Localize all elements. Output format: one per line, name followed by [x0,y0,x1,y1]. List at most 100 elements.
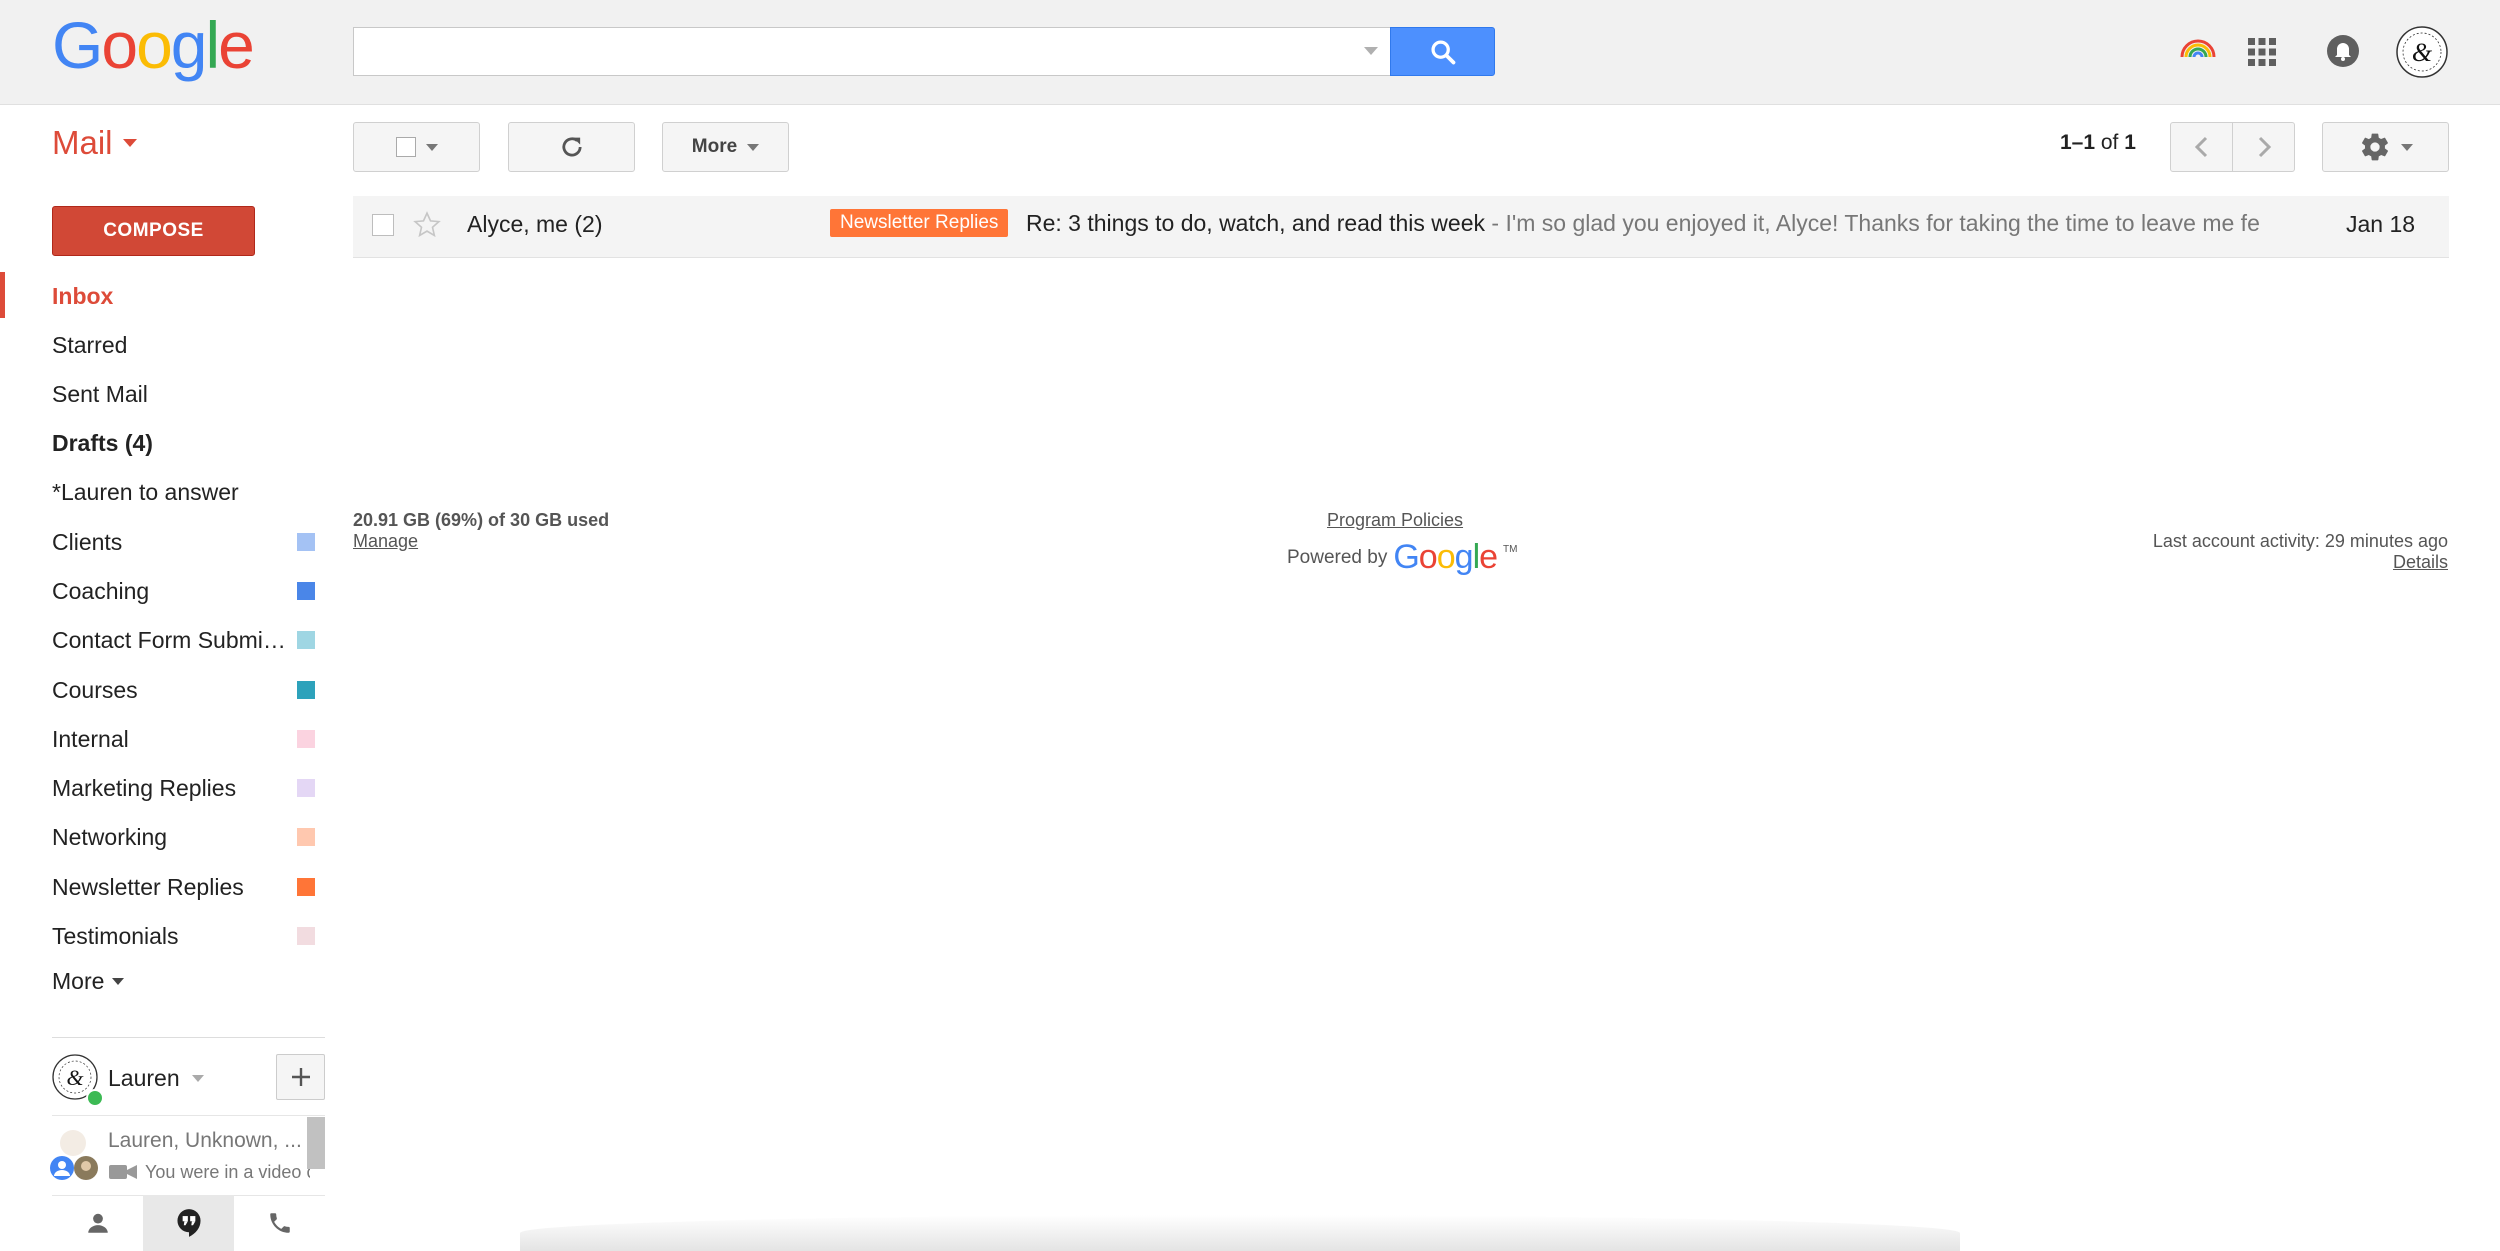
sidebar-item-label: Drafts (4) [52,429,153,456]
search-options-caret-icon[interactable] [1364,47,1378,55]
label-color-swatch[interactable] [297,828,315,846]
sidebar-item-inbox[interactable]: Inbox [52,276,324,316]
svg-text:&: & [66,1065,84,1090]
sidebar-more-toggle[interactable]: More [52,968,125,995]
tab-phone[interactable] [234,1195,325,1251]
sidebar-item-label: *Lauren to answer [52,478,239,505]
sidebar-item-label: Coaching [52,577,150,604]
sidebar-item-lauren-to-answer[interactable]: *Lauren to answer [52,472,324,512]
hangouts-scrollbar[interactable] [307,1117,325,1169]
conversation-title[interactable]: Lauren, Unknown, ... [108,1129,308,1153]
person-icon [87,1213,108,1233]
sidebar-item-starred[interactable]: Starred [52,325,324,365]
caret-down-icon [425,143,438,151]
label-color-swatch[interactable] [297,533,315,551]
caret-down-icon [112,978,125,985]
search-input[interactable] [368,29,1332,76]
hangouts-tab-bar [52,1195,325,1251]
label-color-swatch[interactable] [297,730,315,748]
search-box [353,27,1390,76]
google-logo[interactable]: Google [52,12,255,78]
mail-switcher[interactable]: Mail [52,124,137,162]
notifications-bell-icon[interactable] [2326,34,2360,68]
sidebar-item-label: Marketing Replies [52,774,237,801]
account-avatar-icon[interactable]: & [2396,26,2448,78]
sidebar-item-label: Networking [52,823,168,850]
caret-down-icon [747,143,760,151]
sidebar-item-coaching[interactable]: Coaching [52,571,324,611]
chevron-right-icon [2258,136,2271,158]
caret-down-icon [122,139,137,147]
select-checkbox[interactable] [395,137,416,157]
storage-usage: 20.91 GB (69%) of 30 GB used [353,510,610,530]
sidebar-more-label: More [52,968,105,994]
video-camera-icon [109,1165,137,1179]
label-color-swatch[interactable] [297,631,315,649]
newer-button[interactable] [2170,122,2233,172]
hangouts-rainbow-icon[interactable] [2176,34,2220,62]
bottom-shadow [520,1215,1960,1251]
manage-storage-link[interactable]: Manage [353,531,418,552]
more-actions-label: More [691,136,738,157]
sidebar-item-drafts[interactable]: Drafts (4) [52,423,324,463]
settings-button[interactable] [2322,122,2449,172]
refresh-button[interactable] [508,122,635,172]
svg-text:&: & [2412,38,2433,67]
online-status-dot [86,1089,104,1107]
label-color-swatch[interactable] [297,878,315,896]
tab-contacts[interactable] [52,1195,143,1251]
label-color-swatch[interactable] [297,582,315,600]
person-avatar-icon [50,1156,74,1180]
row-checkbox[interactable] [372,214,394,236]
sidebar-item-testimonials[interactable]: Testimonials [52,916,324,956]
sidebar-item-clients[interactable]: Clients [52,522,324,562]
last-account-activity: Last account activity: 29 minutes ago [2152,531,2448,551]
label-color-swatch[interactable] [297,779,315,797]
activity-details-link[interactable]: Details [2300,552,2448,573]
pagination-count: 1–1 of 1 [2060,131,2136,154]
sidebar-divider [52,1037,325,1038]
program-policies-link[interactable]: Program Policies [1327,510,1463,531]
hangouts-divider [52,1115,325,1116]
sidebar-item-networking[interactable]: Networking [52,817,324,857]
star-icon[interactable] [412,210,442,240]
google-logo-small: Google [1393,538,1498,576]
message-label-chip[interactable]: Newsletter Replies [830,209,1009,237]
sidebar-item-contact-form-submissions[interactable]: Contact Form Submissions [52,620,324,660]
hangouts-quote-icon [176,1209,201,1237]
refresh-icon [561,137,582,157]
sidebar-item-marketing-replies[interactable]: Marketing Replies [52,768,324,808]
sidebar-item-label: Testimonials [52,922,179,949]
sidebar-item-courses[interactable]: Courses [52,670,324,710]
sidebar-item-label: Clients [52,528,123,555]
new-conversation-button[interactable] [276,1054,325,1100]
sidebar-item-label: Inbox [52,282,114,309]
conversation-status: You were in a video call [145,1162,310,1182]
more-actions-button[interactable]: More [662,122,789,172]
sidebar-item-label: Newsletter Replies [52,873,244,900]
compose-button[interactable]: COMPOSE [52,206,255,256]
plus-icon [291,1068,310,1086]
sidebar-item-sent-mail[interactable]: Sent Mail [52,374,324,414]
trademark-mark: TM [1503,544,1518,555]
tab-conversations[interactable] [143,1195,234,1251]
message-subject-snippet[interactable]: Re: 3 things to do, watch, and read this… [1026,210,2260,237]
sidebar-item-label: Internal [52,725,129,752]
caret-down-icon [191,1075,204,1082]
search-button[interactable] [1390,27,1495,76]
apps-grid-icon[interactable] [2246,36,2278,68]
label-color-swatch[interactable] [297,681,315,699]
sidebar-item-label: Starred [52,331,128,358]
message-snippet: - I'm so glad you enjoyed it, Alyce! Tha… [1485,210,2260,236]
hangouts-user-menu[interactable]: Lauren [108,1065,204,1092]
older-button[interactable] [2232,122,2295,172]
powered-by-text: Powered by [1287,546,1388,568]
label-color-swatch[interactable] [297,927,315,945]
sidebar-item-internal[interactable]: Internal [52,719,324,759]
sidebar-item-newsletter-replies[interactable]: Newsletter Replies [52,867,324,907]
select-all-button[interactable] [353,122,480,172]
message-date: Jan 18 [2346,211,2416,237]
participant-photo [74,1156,98,1180]
caret-down-icon [2400,143,2413,151]
active-indicator [0,272,5,318]
